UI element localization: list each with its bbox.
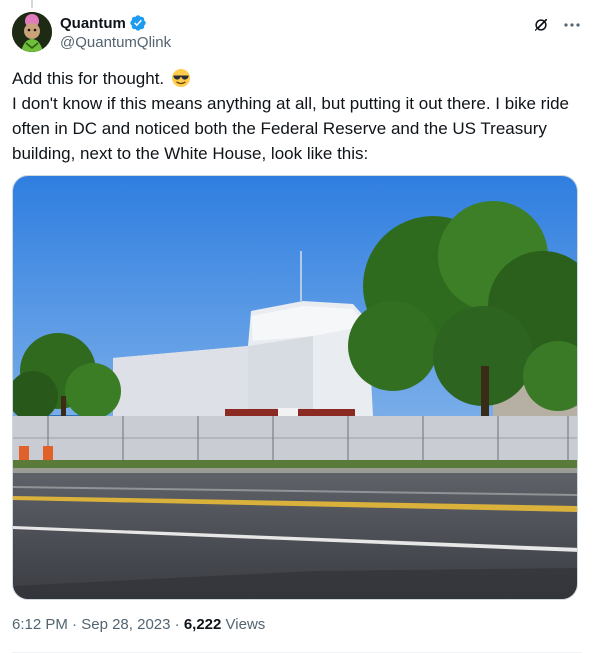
meta-separator: ·: [174, 616, 180, 633]
tweet-date[interactable]: Sep 28, 2023: [81, 616, 170, 633]
tweet-metadata: 6:12 PM · Sep 28, 2023 · 6,222 Views: [12, 616, 265, 633]
tweet-photo[interactable]: [12, 175, 578, 600]
avatar[interactable]: [12, 12, 52, 52]
views-count: 6,222: [183, 616, 222, 633]
tweet-text-line1: Add this for thought.: [12, 66, 582, 91]
tweet-text-line2: I don't know if this means anything at a…: [12, 94, 570, 163]
grok-icon[interactable]: [532, 16, 550, 34]
thread-connector-line: [31, 0, 33, 8]
tweet-time[interactable]: 6:12 PM: [12, 616, 68, 633]
tweet-text-line1-text: Add this for thought.: [12, 69, 165, 88]
photo-federal-building-wrapped: [13, 176, 577, 599]
display-name[interactable]: Quantum: [60, 15, 126, 32]
name-row: Quantum: [60, 13, 171, 33]
tweet-text: Add this for thought. I don't know if th…: [12, 66, 582, 166]
more-options-icon[interactable]: [562, 15, 582, 35]
tweet-header: Quantum @QuantumQlink: [12, 12, 582, 54]
avatar-image: [12, 12, 52, 52]
verified-badge-icon[interactable]: [129, 14, 147, 32]
views-label: Views: [225, 616, 266, 633]
meta-separator: ·: [72, 616, 78, 633]
author-handle[interactable]: @QuantumQlink: [60, 34, 171, 51]
author-info: Quantum @QuantumQlink: [60, 13, 171, 52]
smiling-face-with-sunglasses-icon: [171, 68, 191, 88]
